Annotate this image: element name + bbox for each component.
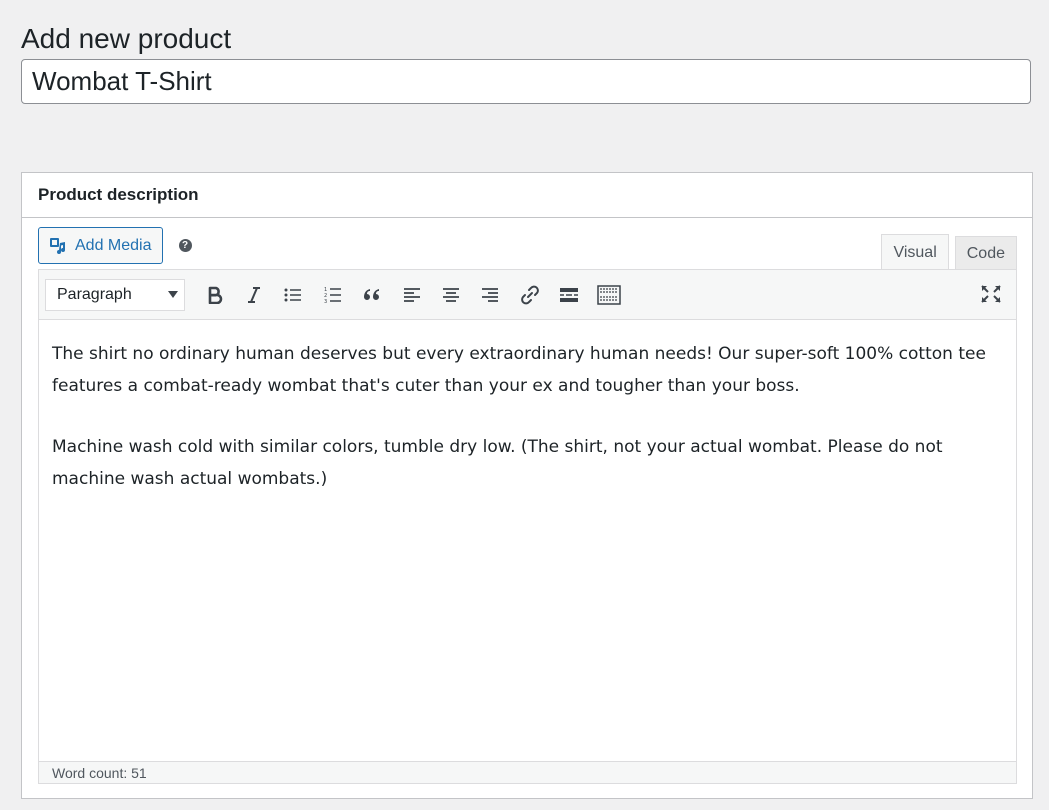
editor-content[interactable]: The shirt no ordinary human deserves but…	[39, 320, 1016, 761]
blockquote-button[interactable]	[353, 279, 392, 311]
tab-visual[interactable]: Visual	[881, 234, 949, 270]
tab-code[interactable]: Code	[954, 236, 1017, 270]
add-media-label: Add Media	[75, 236, 152, 254]
editor-toolbar: Paragraph 123	[39, 270, 1016, 320]
align-left-button[interactable]	[392, 279, 431, 311]
align-left-icon	[403, 287, 421, 303]
toolbar-toggle-button[interactable]	[589, 279, 628, 311]
read-more-icon	[559, 287, 579, 303]
postbox-header: Product description	[22, 173, 1032, 218]
word-count: Word count: 51	[52, 764, 147, 781]
bulleted-list-button[interactable]	[274, 279, 313, 311]
align-center-button[interactable]	[431, 279, 470, 311]
media-icon	[49, 237, 67, 255]
editor: Paragraph 123 The shirt no ordinary huma…	[38, 269, 1017, 784]
align-right-button[interactable]	[471, 279, 510, 311]
bold-button[interactable]	[195, 279, 234, 311]
help-icon[interactable]: ?	[178, 239, 192, 252]
align-right-icon	[481, 287, 499, 303]
page-title: Add new product	[21, 22, 232, 54]
description-paragraph: Machine wash cold with similar colors, t…	[52, 437, 943, 489]
align-center-icon	[442, 287, 460, 303]
svg-text:3: 3	[324, 299, 327, 304]
editor-statusbar: Word count: 51	[39, 761, 1016, 783]
product-description-box: Product description Add Media ? Visual C…	[21, 172, 1033, 799]
link-button[interactable]	[510, 279, 549, 311]
toolbar-toggle-icon	[596, 284, 621, 305]
bold-icon	[207, 286, 223, 304]
numbered-list-icon: 123	[324, 286, 342, 304]
product-name-input[interactable]	[21, 59, 1031, 104]
link-icon	[520, 285, 540, 305]
format-select[interactable]: Paragraph	[45, 278, 185, 311]
editor-tabs: Visual Code	[875, 234, 1017, 270]
italic-icon	[246, 286, 262, 304]
bulleted-list-icon	[284, 287, 302, 303]
blockquote-icon	[362, 287, 382, 303]
description-paragraph: The shirt no ordinary human deserves but…	[52, 344, 986, 396]
media-buttons: Add Media ?	[38, 227, 192, 264]
format-select-value: Paragraph	[57, 285, 132, 303]
numbered-list-button[interactable]: 123	[313, 279, 352, 311]
postbox-title: Product description	[38, 185, 199, 204]
chevron-down-icon	[168, 291, 178, 298]
read-more-button[interactable]	[550, 279, 589, 311]
add-media-button[interactable]: Add Media	[38, 227, 163, 264]
italic-button[interactable]	[234, 279, 273, 311]
fullscreen-button[interactable]	[980, 284, 1002, 304]
fullscreen-icon	[980, 284, 1002, 304]
